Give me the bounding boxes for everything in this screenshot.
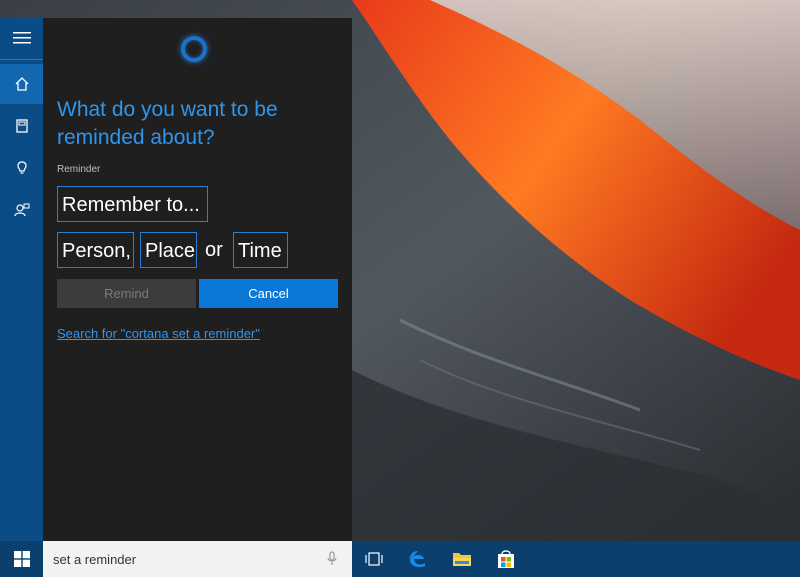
cortana-panel: What do you want to be reminded about? R… — [43, 18, 352, 541]
place-field[interactable]: Place — [140, 232, 197, 268]
store-icon — [498, 550, 514, 568]
cortana-nav-rail — [0, 18, 43, 541]
microphone-icon — [327, 551, 337, 565]
cancel-button[interactable]: Cancel — [199, 279, 338, 308]
reminders-icon — [16, 161, 27, 174]
reminder-field-label: Reminder — [57, 164, 101, 175]
cortana-ring-icon — [181, 36, 207, 62]
home-button[interactable] — [0, 64, 43, 104]
file-explorer-icon — [453, 553, 471, 566]
microphone-button[interactable] — [320, 541, 344, 577]
web-search-link[interactable]: Search for "cortana set a reminder" — [57, 326, 260, 341]
feedback-button[interactable] — [0, 190, 43, 230]
hamburger-menu-icon — [12, 32, 31, 44]
or-connector-text: or — [205, 239, 223, 261]
notebook-button[interactable] — [0, 106, 43, 146]
notebook-icon — [15, 119, 28, 133]
reminders-button[interactable] — [0, 148, 43, 188]
home-icon — [15, 77, 28, 91]
hamburger-menu-button[interactable] — [0, 18, 43, 58]
store-button[interactable] — [486, 541, 526, 577]
edge-taskbar-button[interactable] — [398, 541, 438, 577]
windows-logo-icon — [13, 551, 30, 567]
remind-button[interactable]: Remind — [57, 279, 196, 308]
taskbar-search-input[interactable] — [53, 541, 313, 577]
task-view-icon — [365, 552, 383, 566]
edge-icon — [409, 551, 425, 568]
file-explorer-button[interactable] — [442, 541, 482, 577]
rail-divider — [0, 59, 43, 60]
reminder-question-heading: What do you want to be reminded about? — [57, 98, 278, 149]
feedback-icon — [13, 203, 29, 217]
start-button[interactable] — [0, 541, 43, 577]
person-field[interactable]: Person, — [57, 232, 134, 268]
remember-to-field[interactable]: Remember to... — [57, 186, 208, 222]
taskbar — [0, 541, 800, 577]
time-field[interactable]: Time — [233, 232, 288, 268]
taskbar-search-box[interactable] — [43, 541, 352, 577]
task-view-button[interactable] — [354, 541, 394, 577]
